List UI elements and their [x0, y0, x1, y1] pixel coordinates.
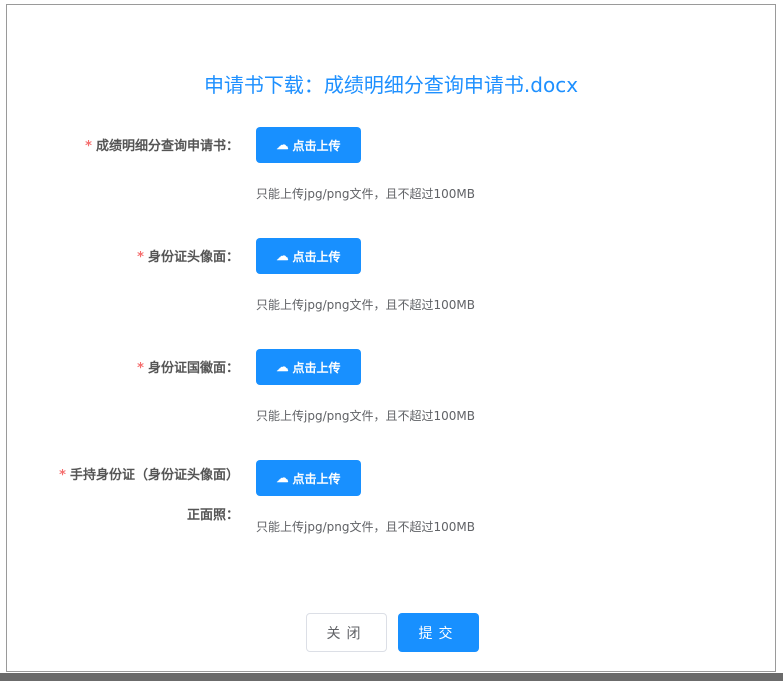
upload-button[interactable]: ☁ 点击上传 — [256, 127, 361, 163]
field-label: 身份证国徽面： — [147, 361, 239, 376]
upload-button[interactable]: ☁ 点击上传 — [256, 460, 361, 496]
required-mark: * — [85, 139, 92, 154]
cloud-upload-icon: ☁ — [276, 249, 289, 263]
dialog-title[interactable]: 申请书下载：成绩明细分查询申请书.docx — [7, 69, 775, 98]
required-mark: * — [137, 250, 144, 265]
background-overlay — [0, 673, 783, 681]
required-mark: * — [59, 468, 66, 483]
required-mark: * — [137, 361, 144, 376]
field-label: 手持身份证（身份证头像面）正面照： — [69, 468, 239, 523]
upload-hint: 只能上传jpg/png文件，且不超过100MB — [256, 520, 475, 534]
cloud-upload-icon: ☁ — [276, 471, 289, 485]
cloud-upload-icon: ☁ — [276, 360, 289, 374]
cloud-upload-icon: ☁ — [276, 138, 289, 152]
field-label: 成绩明细分查询申请书： — [95, 139, 239, 154]
submit-button[interactable]: 提交 — [398, 613, 479, 652]
upload-button[interactable]: ☁ 点击上传 — [256, 349, 361, 385]
upload-dialog: 申请书下载：成绩明细分查询申请书.docx * 成绩明细分查询申请书： ☁ 点击上传… — [6, 4, 776, 672]
field-label: 身份证头像面： — [147, 250, 239, 265]
upload-button[interactable]: ☁ 点击上传 — [256, 238, 361, 274]
upload-hint: 只能上传jpg/png文件，且不超过100MB — [256, 298, 475, 312]
close-button[interactable]: 关闭 — [306, 613, 387, 652]
upload-hint: 只能上传jpg/png文件，且不超过100MB — [256, 409, 475, 423]
upload-hint: 只能上传jpg/png文件，且不超过100MB — [256, 187, 475, 201]
